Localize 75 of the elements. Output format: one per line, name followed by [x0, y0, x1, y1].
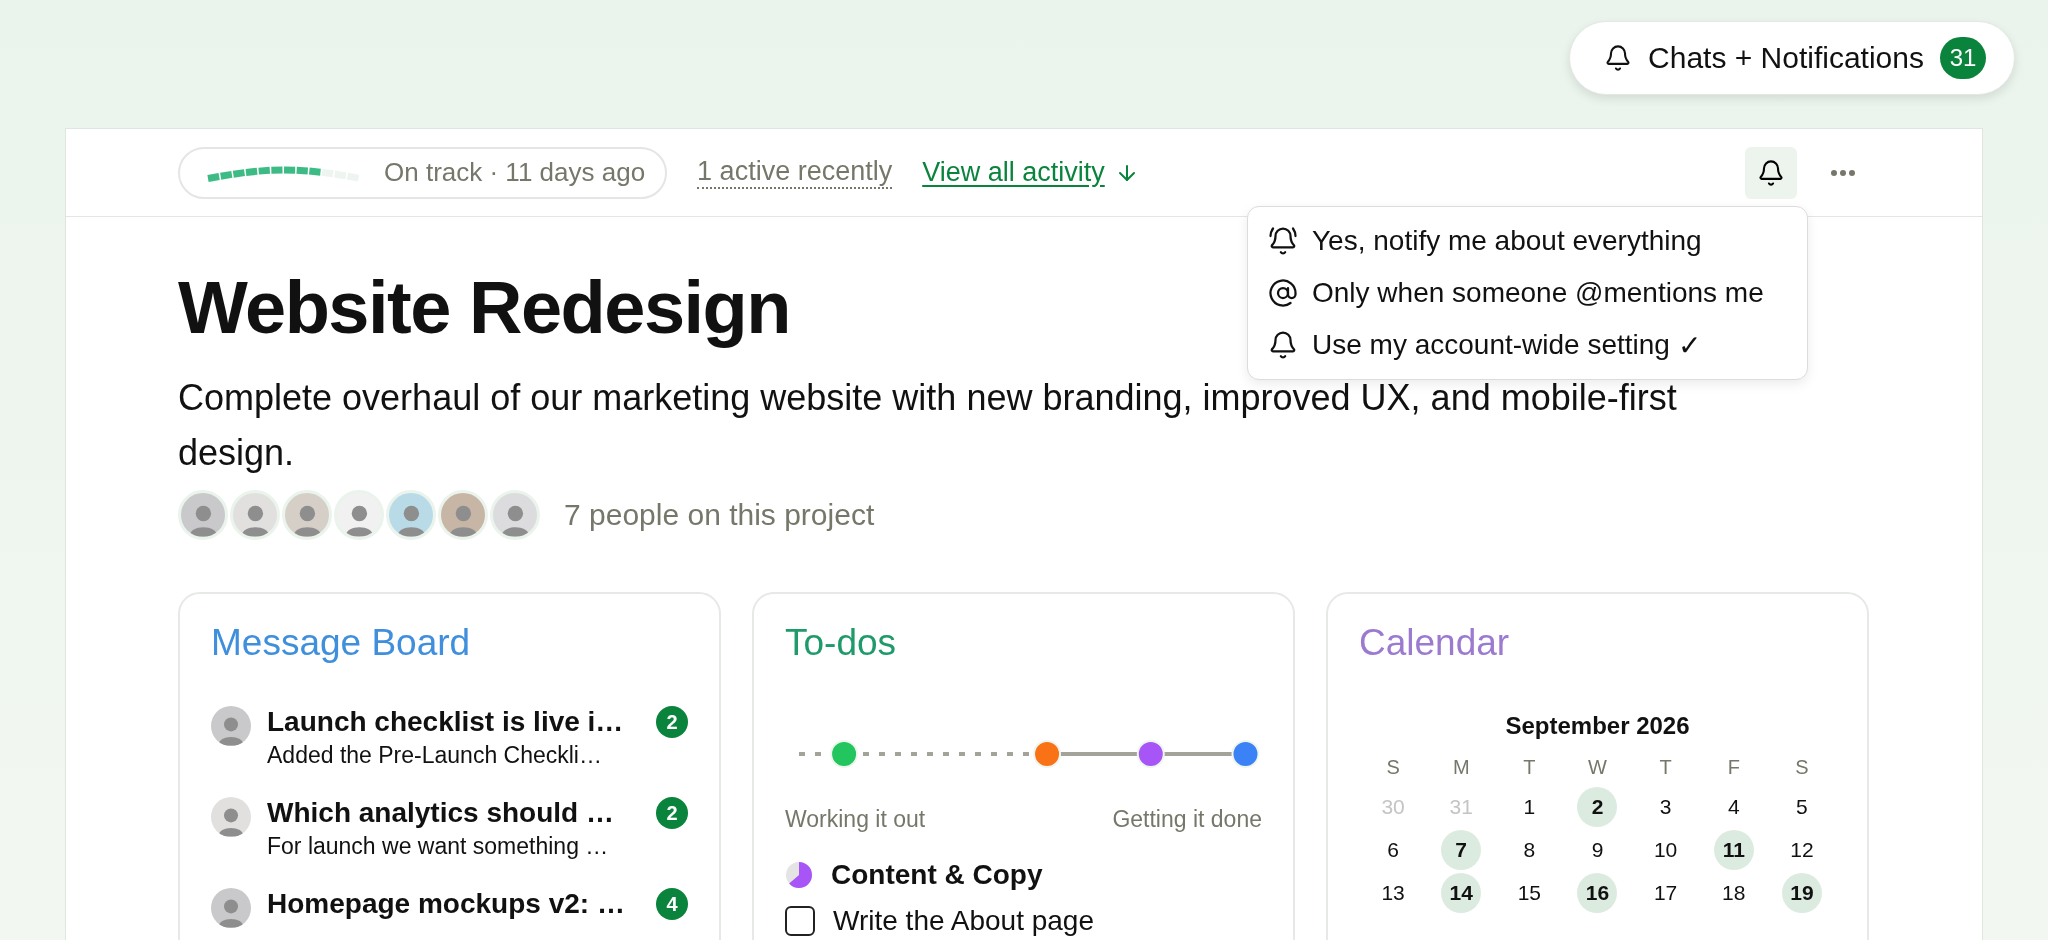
- weekday-label: F: [1727, 754, 1740, 780]
- person-silhouette-icon: [217, 805, 245, 838]
- comment-count-badge: 2: [656, 797, 688, 830]
- people-count-text[interactable]: 7 people on this project: [564, 498, 875, 533]
- message-title[interactable]: Which analytics should …: [267, 797, 640, 830]
- calendar-day[interactable]: 4: [1713, 787, 1754, 828]
- todo-item[interactable]: Write the About page: [833, 905, 1094, 938]
- message-title[interactable]: Launch checklist is live i…: [267, 706, 640, 739]
- calendar-day[interactable]: 3: [1645, 787, 1686, 828]
- calendar-day[interactable]: 15: [1509, 873, 1550, 914]
- card-title[interactable]: To-dos: [785, 622, 1262, 665]
- checkbox[interactable]: [785, 906, 815, 937]
- avatar[interactable]: [386, 490, 436, 541]
- hill-dot[interactable]: [1033, 740, 1062, 769]
- hill-dot[interactable]: [1136, 740, 1165, 769]
- progress-status-text: On track · 11 days ago: [384, 157, 646, 188]
- notification-settings-button[interactable]: [1745, 146, 1797, 199]
- chats-notifications-button[interactable]: Chats + Notifications 31: [1569, 21, 2015, 95]
- avatar[interactable]: [334, 490, 384, 541]
- avatar[interactable]: [490, 490, 540, 541]
- bell-icon: [1757, 158, 1785, 187]
- notification-option[interactable]: Only when someone @mentions me: [1248, 267, 1807, 319]
- message-title[interactable]: Homepage mockups v2: …: [267, 888, 640, 921]
- hill-label: Working it out: [785, 806, 926, 834]
- calendar-day[interactable]: 11: [1713, 830, 1754, 871]
- notification-count-badge: 31: [1940, 37, 1986, 79]
- hill-dot[interactable]: [1231, 740, 1260, 769]
- avatar[interactable]: [282, 490, 332, 541]
- project-title: Website Redesign: [178, 265, 790, 351]
- weekday-label: T: [1523, 754, 1536, 780]
- avatar[interactable]: [230, 490, 280, 541]
- calendar-day[interactable]: 1: [1509, 787, 1550, 828]
- calendar-day[interactable]: 6: [1373, 830, 1414, 871]
- person-silhouette-icon: [217, 896, 245, 929]
- message-excerpt: For launch we want something …: [267, 833, 610, 861]
- bell-icon: [1604, 44, 1633, 72]
- calendar-day[interactable]: 10: [1645, 830, 1686, 871]
- calendar-day[interactable]: 14: [1441, 873, 1482, 914]
- at-sign-icon: [1268, 278, 1298, 308]
- progress-pie-icon: [785, 861, 813, 890]
- todo-list-title[interactable]: Content & Copy: [831, 859, 1043, 892]
- calendar-day[interactable]: 12: [1781, 830, 1822, 871]
- calendar-day[interactable]: 7: [1441, 830, 1482, 871]
- avatar[interactable]: [178, 490, 228, 541]
- calendar-day[interactable]: 18: [1713, 873, 1754, 914]
- comment-count-badge: 4: [656, 888, 688, 921]
- weekday-label: T: [1659, 754, 1672, 780]
- weekday-label: S: [1795, 754, 1809, 780]
- person-silhouette-icon: [217, 714, 245, 747]
- project-description: Complete overhaul of our marketing website with new branding, improved UX, and mobile-first design.: [178, 376, 1678, 476]
- notification-option[interactable]: Use my account-wide setting ✓: [1248, 319, 1807, 371]
- hill-dot[interactable]: [830, 740, 859, 769]
- bell-icon: [1268, 330, 1298, 360]
- calendar-day[interactable]: 16: [1577, 873, 1618, 914]
- more-icon: [1831, 169, 1855, 176]
- month-title: September 2026: [1504, 712, 1691, 741]
- calendar-day[interactable]: 5: [1781, 787, 1822, 828]
- notification-option[interactable]: Yes, notify me about everything: [1248, 215, 1807, 267]
- calendar-day[interactable]: 2: [1577, 787, 1618, 828]
- calendar-day[interactable]: 13: [1373, 873, 1414, 914]
- message-excerpt: Added the Pre-Launch Checkli…: [267, 742, 603, 770]
- ringing-bell-icon: [1268, 226, 1298, 256]
- calendar-day[interactable]: 9: [1577, 830, 1618, 871]
- progress-status-pill[interactable]: On track · 11 days ago: [178, 146, 668, 199]
- view-all-activity-link[interactable]: View all activity: [922, 157, 1105, 188]
- calendar-day[interactable]: 19: [1781, 873, 1822, 914]
- weekday-label: S: [1386, 754, 1400, 780]
- weekday-label: M: [1452, 754, 1470, 780]
- calendar-day[interactable]: 17: [1645, 873, 1686, 914]
- calendar-day[interactable]: 8: [1509, 830, 1550, 871]
- hill-label: Getting it done: [1112, 806, 1262, 834]
- avatar[interactable]: [438, 490, 488, 541]
- comment-count-badge: 2: [656, 706, 688, 739]
- weekday-label: W: [1588, 754, 1607, 780]
- active-recently-link[interactable]: 1 active recently: [697, 156, 893, 189]
